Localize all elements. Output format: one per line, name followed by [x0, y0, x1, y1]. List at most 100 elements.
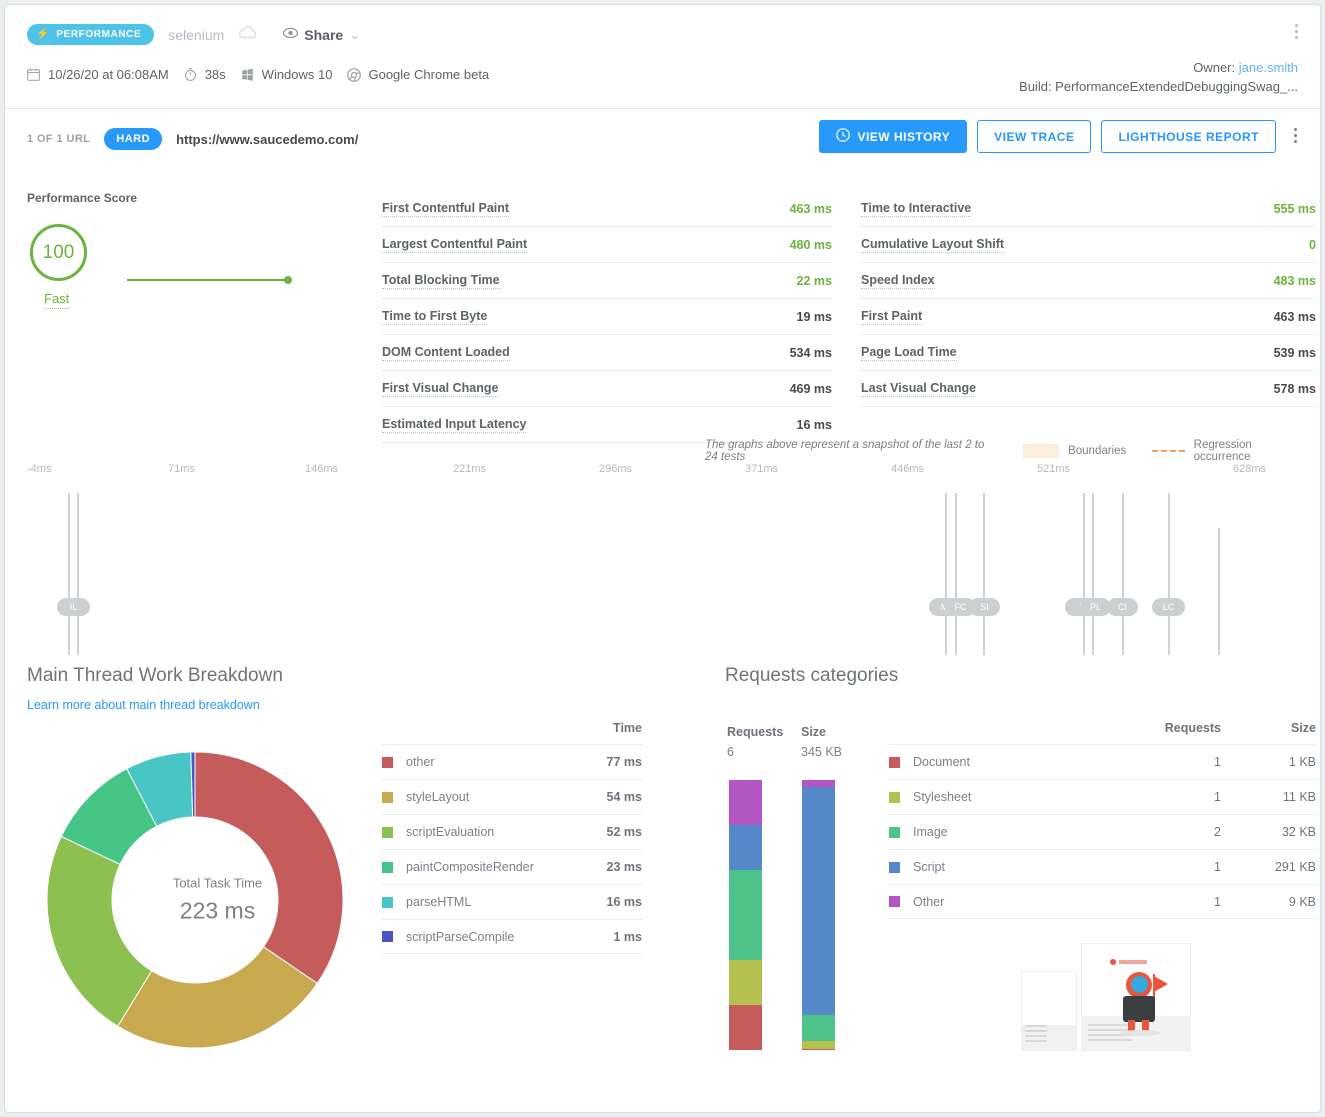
filmstrip-tick: 71ms: [168, 463, 195, 475]
metric-value: 539 ms: [1274, 346, 1316, 360]
view-trace-button[interactable]: VIEW TRACE: [977, 120, 1091, 153]
metric-row: First Paint463 ms: [861, 299, 1316, 335]
stacked-bar-segment[interactable]: [729, 1005, 762, 1050]
view-history-button[interactable]: VIEW HISTORY: [819, 120, 967, 153]
chrome-icon: [347, 68, 361, 82]
legend-swatch: [382, 931, 393, 942]
legend-value: 54 ms: [607, 790, 642, 804]
stacked-bar-segment[interactable]: [729, 825, 762, 870]
requests-table-name-header: [889, 721, 1111, 735]
main-thread-learn-more-link[interactable]: Learn more about main thread breakdown: [27, 698, 260, 712]
owner-build-info: Owner: jane.smith Build: PerformanceExte…: [1019, 58, 1298, 96]
metric-label[interactable]: First Contentful Paint: [382, 201, 509, 217]
row-category: Stylesheet: [913, 790, 1111, 804]
report-header: ⚡ PERFORMANCE selenium Share ⌄ 10/26: [5, 5, 1320, 109]
metric-label[interactable]: First Visual Change: [382, 381, 498, 397]
legend-value: 16 ms: [607, 895, 642, 909]
performance-badge-label: PERFORMANCE: [56, 29, 141, 40]
marker-pill-lc[interactable]: LC: [1152, 598, 1185, 616]
requests-table-requests-header: Requests: [1111, 721, 1221, 735]
score-ring: 100: [30, 224, 87, 281]
row-color-swatch: [889, 757, 900, 768]
filmstrip-tick: 146ms: [305, 463, 338, 475]
filmstrip-tick: 221ms: [453, 463, 486, 475]
metric-label[interactable]: Cumulative Layout Shift: [861, 237, 1004, 253]
filmstrip-thumbnail[interactable]: [1081, 943, 1191, 1051]
header-kebab-menu[interactable]: [1289, 24, 1303, 42]
metric-label[interactable]: Largest Contentful Paint: [382, 237, 527, 253]
requests-table-size-header: Size: [1221, 721, 1316, 735]
test-browser: Google Chrome beta: [347, 67, 489, 82]
metric-value: 480 ms: [790, 238, 832, 252]
metric-label[interactable]: Speed Index: [861, 273, 935, 289]
metric-label[interactable]: Page Load Time: [861, 345, 957, 361]
row-requests: 1: [1111, 790, 1221, 804]
test-duration-value: 38s: [205, 67, 226, 82]
sauce-labs-logo-icon: [1110, 959, 1147, 965]
filmstrip-tick: 371ms: [745, 463, 778, 475]
score-rating: Fast: [44, 291, 69, 309]
filmstrip-thumbnail[interactable]: [1021, 971, 1077, 1051]
stacked-bar-segment[interactable]: [729, 960, 762, 1005]
sparkline-line: [127, 279, 287, 281]
legend-value: 52 ms: [607, 825, 642, 839]
metric-row: First Visual Change469 ms: [382, 371, 832, 407]
calendar-icon: [27, 68, 41, 82]
metric-label[interactable]: Last Visual Change: [861, 381, 976, 397]
table-row: Other19 KB: [889, 884, 1316, 919]
row-size: 32 KB: [1221, 825, 1316, 839]
windows-icon: [241, 68, 255, 82]
performance-report-card: ⚡ PERFORMANCE selenium Share ⌄ 10/26: [4, 4, 1321, 1113]
marker-pill-si[interactable]: SI: [969, 598, 1000, 616]
stacked-bar-segment[interactable]: [802, 780, 835, 787]
metric-label[interactable]: Estimated Input Latency: [382, 417, 526, 433]
stacked-bar-segment[interactable]: [802, 787, 835, 1015]
url-kebab-menu[interactable]: [1288, 128, 1302, 146]
requests-count-column: Requests 6: [727, 725, 783, 759]
donut-center-title: Total Task Time: [138, 876, 298, 891]
lighthouse-report-button[interactable]: LIGHTHOUSE REPORT: [1101, 120, 1276, 153]
marker-pill-il[interactable]: IL: [57, 598, 90, 616]
row-color-swatch: [889, 792, 900, 803]
marker-line: [1218, 528, 1220, 655]
legend-time-header: Time: [382, 721, 642, 744]
donut-slice[interactable]: [195, 752, 343, 983]
stacked-bar-segment[interactable]: [802, 1041, 835, 1050]
metric-value: 534 ms: [790, 346, 832, 360]
requests-size-column: Size 345 KB: [801, 725, 857, 759]
metric-label[interactable]: DOM Content Loaded: [382, 345, 510, 361]
tested-url[interactable]: https://www.saucedemo.com/: [176, 132, 358, 147]
share-control[interactable]: Share ⌄: [283, 26, 360, 44]
legend-name: scriptParseCompile: [406, 930, 614, 944]
row-requests: 1: [1111, 860, 1221, 874]
marker-pill-ci[interactable]: CI: [1107, 598, 1138, 616]
requests-section: Requests categories Requests 6 Size 345 …: [725, 665, 898, 687]
stacked-bar-segment[interactable]: [802, 1049, 835, 1050]
owner-link[interactable]: jane.smith: [1239, 60, 1298, 75]
row-requests: 1: [1111, 755, 1221, 769]
stacked-bar-segment[interactable]: [729, 780, 762, 825]
legend-name: styleLayout: [406, 790, 607, 804]
metric-label[interactable]: Time to Interactive: [861, 201, 971, 217]
marker-line: [983, 493, 985, 655]
stacked-bar-segment[interactable]: [729, 870, 762, 960]
legend-swatch: [382, 757, 393, 768]
cloud-icon: [238, 25, 257, 44]
filmstrip-timeline: -4ms71ms146ms221ms296ms371ms446ms521ms62…: [5, 463, 1321, 625]
framework-label: selenium: [168, 27, 224, 43]
lightning-icon: ⚡: [36, 29, 50, 40]
logo-wordmark: [1119, 960, 1147, 964]
thumbnail-text-lines: [1025, 1025, 1047, 1045]
metric-label[interactable]: Total Blocking Time: [382, 273, 500, 289]
stacked-bar-segment[interactable]: [802, 1015, 835, 1040]
row-category: Script: [913, 860, 1111, 874]
metric-row: Total Blocking Time22 ms: [382, 263, 832, 299]
owner-label: Owner:: [1193, 60, 1235, 75]
url-info: 1 OF 1 URL HARD https://www.saucedemo.co…: [27, 128, 358, 150]
chevron-down-icon[interactable]: ⌄: [349, 27, 360, 43]
metric-label[interactable]: First Paint: [861, 309, 922, 325]
legend-name: parseHTML: [406, 895, 607, 909]
metric-label[interactable]: Time to First Byte: [382, 309, 487, 325]
legend-row: scriptParseCompile1 ms: [382, 919, 642, 954]
requests-count-total: 6: [727, 745, 783, 759]
